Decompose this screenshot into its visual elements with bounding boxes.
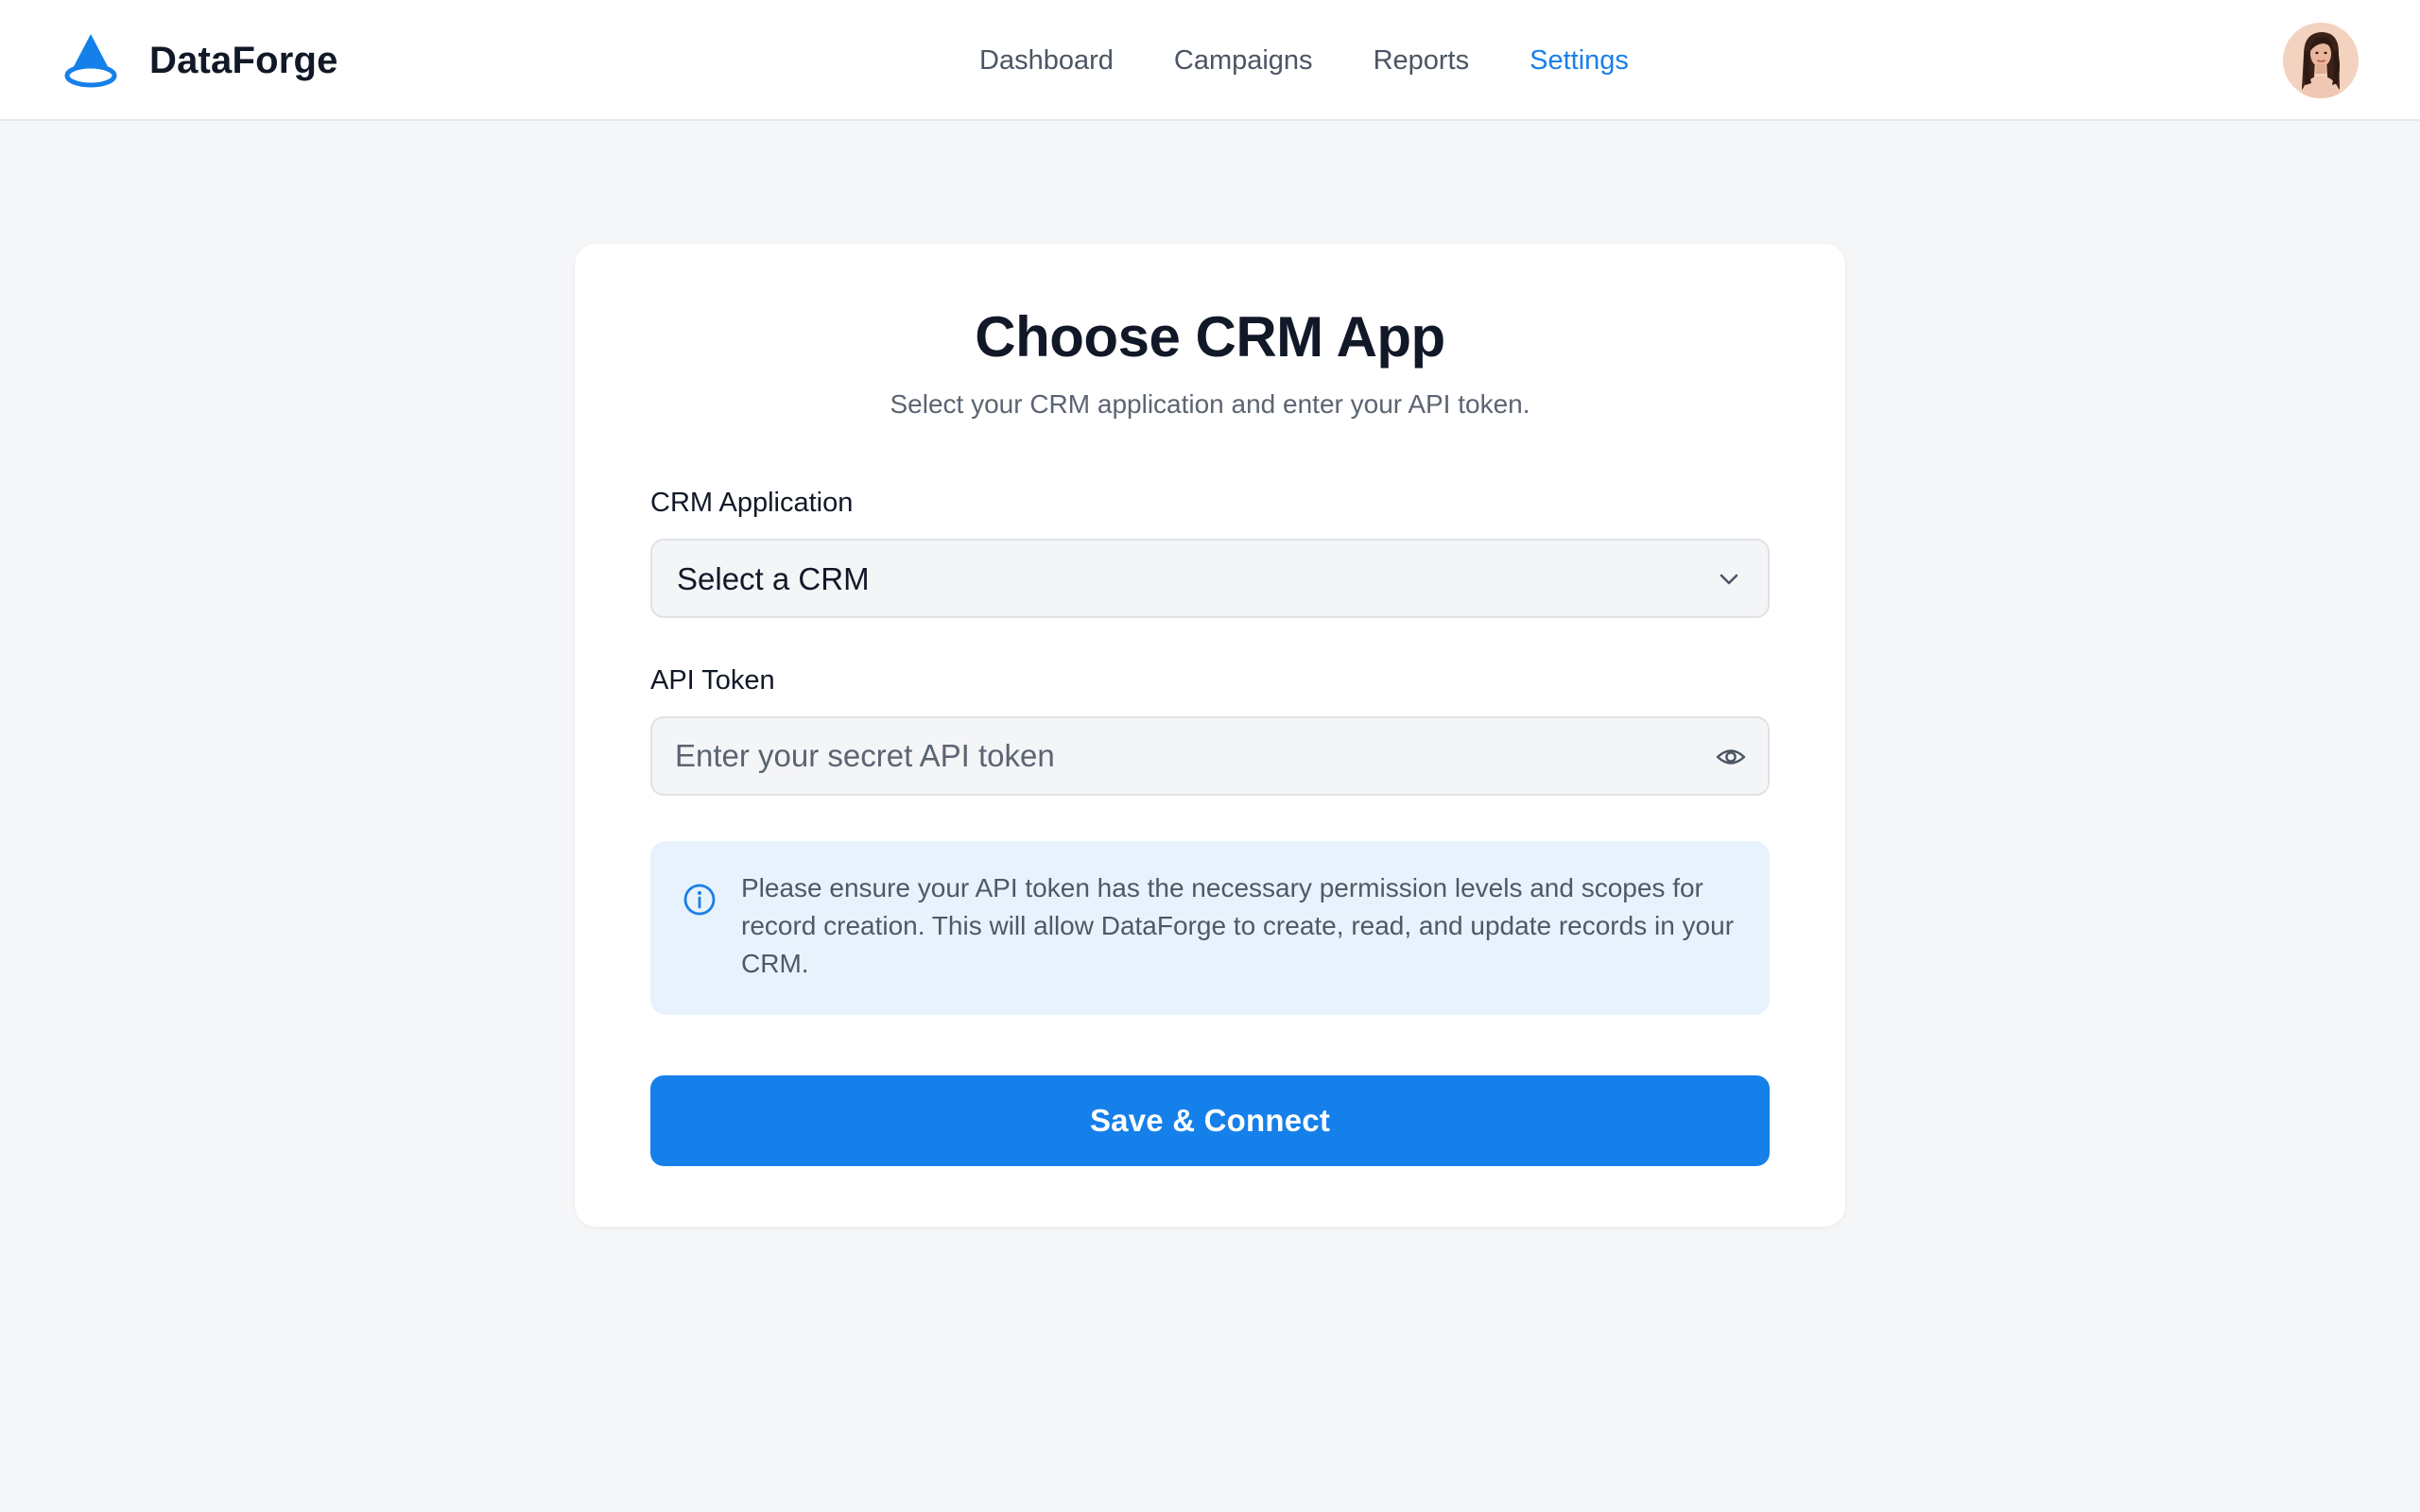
nav-item-reports[interactable]: Reports — [1374, 45, 1470, 77]
save-and-connect-button[interactable]: Save & Connect — [650, 1075, 1770, 1166]
crm-settings-card: Choose CRM App Select your CRM applicati… — [575, 244, 1845, 1227]
user-avatar[interactable] — [2283, 23, 2359, 98]
api-token-field — [650, 716, 1770, 796]
chevron-down-icon — [1720, 574, 1738, 585]
api-token-input[interactable] — [675, 731, 1677, 781]
api-token-label: API Token — [650, 665, 775, 696]
top-navigation-bar: DataForge Dashboard Campaigns Reports Se… — [0, 0, 2420, 121]
crm-application-select[interactable]: Select a CRM — [650, 539, 1770, 618]
page-title: Choose CRM App — [975, 305, 1445, 369]
app-name: DataForge — [149, 39, 338, 81]
eye-icon[interactable] — [1715, 741, 1747, 773]
cone-logo-icon — [64, 34, 117, 88]
main-nav: Dashboard Campaigns Reports Settings — [979, 40, 1629, 81]
crm-select-value: Select a CRM — [677, 561, 870, 596]
info-icon — [683, 884, 716, 916]
page-subtitle: Select your CRM application and enter yo… — [890, 389, 1530, 419]
info-callout: Please ensure your API token has the nec… — [650, 841, 1770, 1015]
nav-item-campaigns[interactable]: Campaigns — [1174, 45, 1313, 77]
brand[interactable]: DataForge — [60, 32, 338, 89]
nav-item-dashboard[interactable]: Dashboard — [979, 45, 1114, 77]
info-message: Please ensure your API token has the nec… — [741, 873, 1735, 978]
nav-item-settings[interactable]: Settings — [1530, 45, 1629, 77]
avatar-portrait-icon — [2283, 23, 2359, 98]
crm-application-label: CRM Application — [650, 488, 854, 518]
